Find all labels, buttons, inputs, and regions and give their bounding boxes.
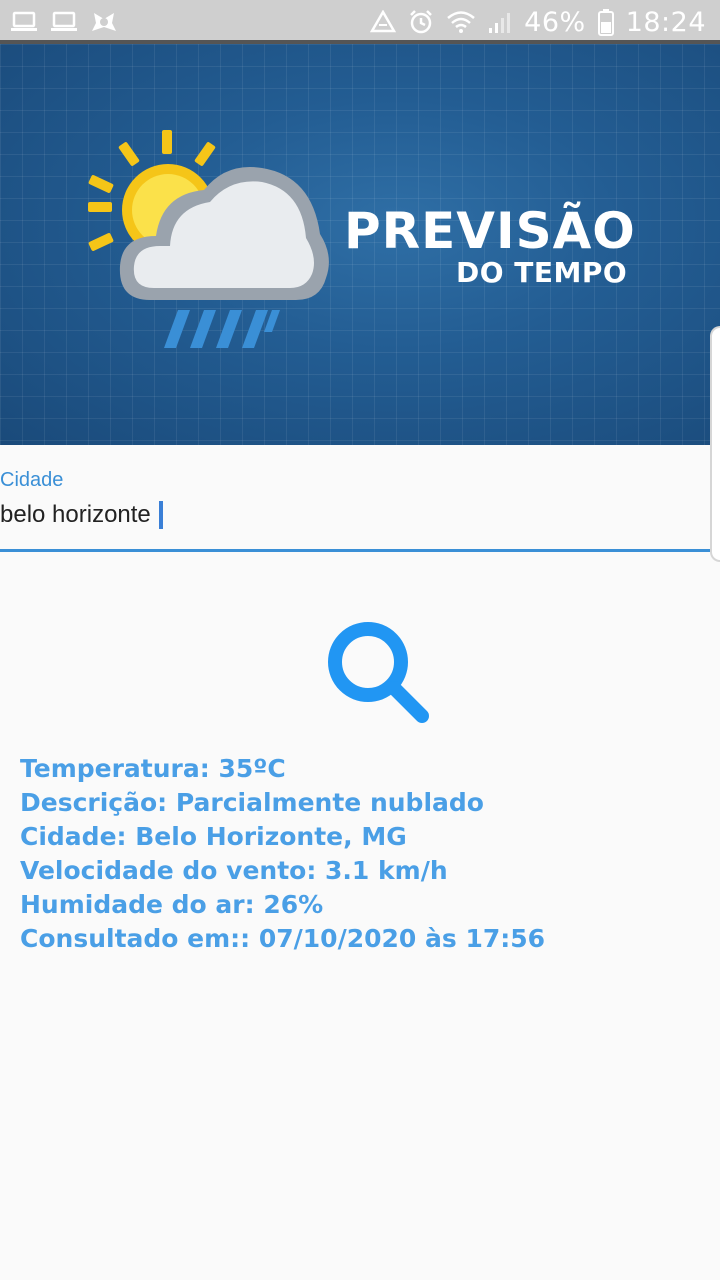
laptop-icon (50, 11, 78, 33)
city-field-underline (0, 549, 710, 552)
city-field-label: Cidade (0, 469, 64, 491)
result-humidity: Humidade do ar: 26% (20, 890, 324, 919)
banner-subtitle: DO TEMPO (456, 256, 628, 289)
result-city: Cidade: Belo Horizonte, MG (20, 822, 407, 851)
battery-percentage: 46% (524, 6, 586, 38)
banner-title: PREVISÃO (344, 202, 636, 260)
weather-banner: PREVISÃO DO TEMPO (0, 44, 720, 445)
search-icon[interactable] (326, 620, 432, 726)
signal-icon (488, 10, 512, 34)
city-field[interactable]: Cidade belo horizonte (0, 445, 710, 553)
status-left-icons (10, 9, 118, 35)
weather-results: Temperatura: 35ºC Descrição: Parcialment… (20, 752, 700, 956)
alarm-icon (408, 9, 434, 35)
text-cursor (158, 501, 163, 529)
city-input-value[interactable]: belo horizonte (0, 501, 151, 529)
status-bar: 46% 18:24 (0, 0, 720, 44)
result-consulted: Consultado em:: 07/10/2020 às 17:56 (20, 924, 546, 953)
battery-icon (597, 8, 614, 36)
result-wind: Velocidade do vento: 3.1 km/h (20, 856, 448, 885)
city-input[interactable]: belo horizonte (0, 497, 163, 533)
vpn-shield-icon (90, 9, 118, 35)
laptop-icon (10, 11, 38, 33)
edge-panel-handle[interactable] (710, 326, 720, 562)
search-button[interactable] (326, 620, 432, 726)
clock: 18:24 (625, 6, 706, 38)
recycle-icon (370, 10, 397, 34)
wifi-icon (446, 10, 476, 34)
status-right-icons: 46% 18:24 (370, 7, 706, 38)
result-temperature: Temperatura: 35ºC (20, 754, 286, 783)
result-description: Descrição: Parcialmente nublado (20, 788, 484, 817)
